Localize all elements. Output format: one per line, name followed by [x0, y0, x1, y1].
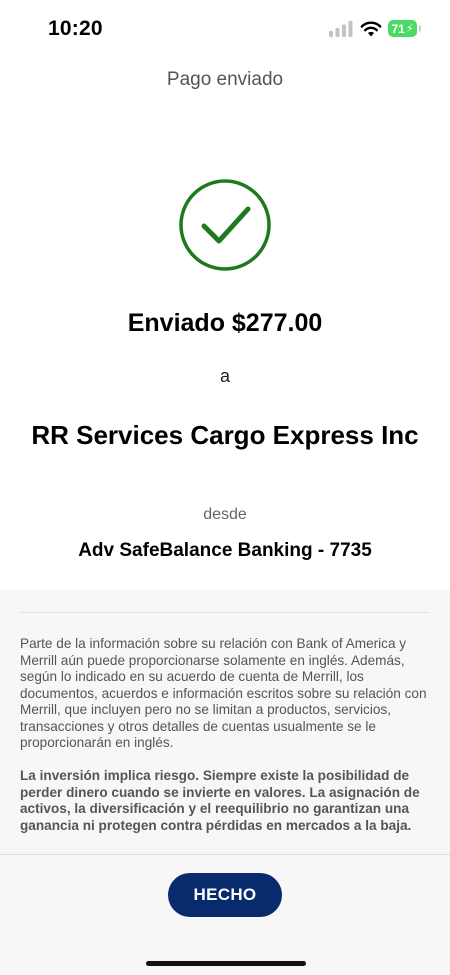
home-indicator[interactable] [146, 961, 306, 966]
status-time: 10:20 [48, 17, 103, 40]
status-bar: 10:20 71 ⚡ [0, 0, 450, 58]
risk-disclosure: La inversión implica riesgo. Siempre exi… [20, 768, 420, 833]
source-account: Adv SafeBalance Banking - 7735 [78, 540, 372, 561]
battery-indicator: 71 ⚡ [388, 20, 421, 37]
from-label: desde [203, 506, 247, 523]
check-circle-icon [179, 179, 271, 271]
disclosure-section: Parte de la información sobre su relació… [0, 590, 450, 854]
page-title: Pago enviado [166, 69, 284, 90]
recipient-name: RR Services Cargo Express Inc [31, 420, 419, 450]
footer: HECHO [0, 854, 450, 975]
to-label: a [219, 366, 230, 386]
divider [20, 612, 430, 613]
sent-amount: Enviado $277.00 [127, 309, 323, 337]
battery-level: 71 [391, 21, 405, 36]
cellular-signal-icon [329, 21, 353, 37]
charging-bolt-icon: ⚡ [405, 23, 414, 35]
language-disclosure: Parte de la información sobre su relació… [20, 636, 427, 750]
payment-sent-screen: 10:20 71 ⚡ Pago enviado Enviado $277.00 a… [0, 0, 450, 975]
done-button[interactable]: HECHO [168, 873, 282, 917]
wifi-icon [360, 21, 382, 37]
